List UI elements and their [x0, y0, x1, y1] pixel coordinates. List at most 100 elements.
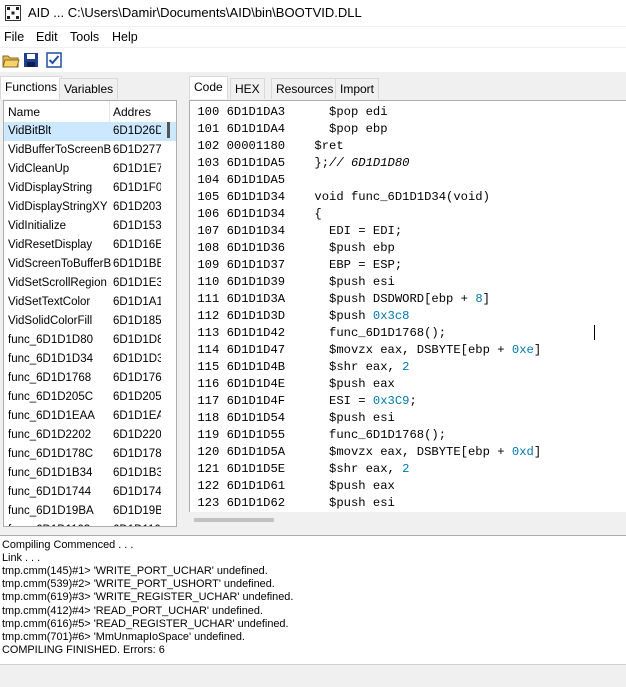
line-address: 6D1D1D34 [226, 224, 286, 238]
output-line: tmp.cmm(619)#3> 'WRITE_REGISTER_UCHAR' u… [2, 591, 294, 604]
code-line: 101 6D1D1DA4 $pop ebp [190, 121, 541, 138]
function-list-row[interactable]: VidResetDisplay 6D1D16E [4, 236, 176, 255]
code-token: $shr eax, [314, 360, 403, 374]
right-tab-strip: Code HEX Resources Import [186, 76, 626, 100]
line-number: 105 [197, 190, 220, 204]
tab-variables[interactable]: Variables [59, 78, 119, 99]
tab-functions[interactable]: Functions [0, 76, 63, 99]
code-line: 100 6D1D1DA3 $pop edi [190, 104, 541, 121]
status-bar [0, 664, 626, 687]
function-list-row[interactable]: func_6D1D1744 6D1D174 [4, 483, 176, 502]
code-line: 106 6D1D1D34 { [190, 206, 541, 223]
toolbar [0, 48, 626, 72]
open-folder-icon[interactable] [2, 51, 20, 69]
function-address: 6D1D1A1 [113, 296, 161, 308]
function-list-row[interactable]: func_6D1D11036D1D110 [4, 521, 176, 526]
line-number: 111 [197, 292, 220, 306]
function-list-row[interactable]: func_6D1D19BA 6D1D19B [4, 502, 176, 521]
function-list-row[interactable]: func_6D1D1EAA 6D1D1EA [4, 407, 176, 426]
code-token: ESI = [314, 394, 373, 408]
scrollbar-thumb[interactable] [194, 518, 274, 522]
function-list-row[interactable]: VidDisplayStringXY 6D1D203 [4, 198, 176, 217]
function-name: func_6D1D178C [8, 448, 94, 460]
app-icon [5, 5, 21, 21]
function-address: 6D1D185 [113, 315, 161, 327]
code-token: $push esi [314, 411, 395, 425]
tab-resources[interactable]: Resources [271, 78, 339, 99]
code-view[interactable]: 100 6D1D1DA3 $pop edi 101 6D1D1DA4 $pop … [189, 100, 626, 513]
menu-file[interactable]: File [4, 30, 24, 44]
function-address: 6D1D1BB [113, 258, 161, 270]
line-address: 6D1D1DA5 [226, 173, 286, 187]
code-line: 118 6D1D1D54 $push esi [190, 410, 541, 427]
line-address: 6D1D1D34 [226, 207, 286, 221]
line-address: 6D1D1D55 [226, 428, 286, 442]
function-name: VidDisplayString [8, 182, 93, 194]
code-line: 111 6D1D1D3A $push DSDWORD[ebp + 8] [190, 291, 541, 308]
tab-code[interactable]: Code [189, 76, 228, 99]
list-header: Name Addres [4, 101, 176, 123]
function-list-row[interactable]: func_6D1D2202 6D1D220 [4, 426, 176, 445]
code-token: 2 [402, 360, 410, 374]
tab-hex[interactable]: HEX [230, 78, 265, 99]
line-address: 6D1D1D4B [226, 360, 286, 374]
function-address: 6D1D153 [113, 220, 161, 232]
code-line: 117 6D1D1D4F ESI = 0x3C9; [190, 393, 541, 410]
menu-edit[interactable]: Edit [36, 30, 58, 44]
code-line: 113 6D1D1D42 func_6D1D1768(); [190, 325, 541, 342]
save-icon[interactable] [22, 51, 40, 69]
menu-tools[interactable]: Tools [70, 30, 99, 44]
function-list-row[interactable]: func_6D1D1B34 6D1D1B3 [4, 464, 176, 483]
tab-import[interactable]: Import [335, 78, 380, 99]
window-title: AID ... C:\Users\Damir\Documents\AID\bin… [28, 5, 362, 20]
output-line: Compiling Commenced . . . [2, 539, 134, 551]
function-list-row[interactable]: func_6D1D178C 6D1D178 [4, 445, 176, 464]
function-list-row[interactable]: func_6D1D1D34 6D1D1D3 [4, 350, 176, 369]
output-line: tmp.cmm(616)#5> 'READ_REGISTER_UCHAR' un… [2, 617, 289, 630]
function-list-row[interactable]: VidInitialize 6D1D153 [4, 217, 176, 236]
code-line: 122 6D1D1D61 $push eax [190, 478, 541, 495]
function-list-row[interactable]: VidCleanUp 6D1D1E7 [4, 160, 176, 179]
check-icon[interactable] [45, 51, 63, 69]
output-line: COMPILING FINISHED. Errors: 6 [2, 643, 165, 656]
code-token: $push eax [314, 377, 395, 391]
code-line: 103 6D1D1DA5 };// 6D1D1D80 [190, 155, 541, 172]
line-number: 121 [197, 462, 220, 476]
column-divider[interactable] [109, 101, 110, 122]
line-address: 00001180 [226, 139, 286, 153]
line-number: 118 [197, 411, 220, 425]
column-header-address[interactable]: Addres [113, 105, 151, 119]
compiler-output[interactable]: Compiling Commenced . . . Link . . . tmp.c… [0, 535, 626, 664]
menu-help[interactable]: Help [112, 30, 138, 44]
function-address: 6D1D19B [113, 505, 161, 517]
function-list-row[interactable]: VidBitBlt 6D1D26D [4, 122, 176, 141]
code-line: 104 6D1D1DA5 [190, 172, 541, 189]
list-scrollbar[interactable] [167, 122, 170, 138]
line-address: 6D1D1D5E [226, 462, 286, 476]
function-list-row[interactable]: func_6D1D1D80 6D1D1D8 [4, 331, 176, 350]
function-list-row[interactable]: VidSetScrollRegion 6D1D1E3 [4, 274, 176, 293]
code-token: $movzx eax, DSBYTE[ebp + [314, 343, 512, 357]
code-token: $shr eax, [314, 462, 403, 476]
function-list-row[interactable]: func_6D1D205C 6D1D205 [4, 388, 176, 407]
code-token: $movzx eax, DSBYTE[ebp + [314, 445, 512, 459]
panel-splitter[interactable] [180, 76, 185, 532]
code-token: ] [533, 445, 542, 459]
function-list-row[interactable]: VidDisplayString 6D1D1F0 [4, 179, 176, 198]
line-address: 6D1D1D3D [226, 309, 286, 323]
function-list-row[interactable]: func_6D1D1768 6D1D176 [4, 369, 176, 388]
code-token: $push esi [314, 275, 395, 289]
line-number: 113 [197, 326, 220, 340]
code-token: $push DSDWORD[ebp + [314, 292, 476, 306]
function-list-row[interactable]: VidScreenToBufferBlt 6D1D1BB [4, 255, 176, 274]
line-address: 6D1D1D5A [226, 445, 286, 459]
function-list-row[interactable]: VidSetTextColor 6D1D1A1 [4, 293, 176, 312]
line-number: 109 [197, 258, 220, 272]
line-address: 6D1D1DA4 [226, 122, 286, 136]
code-horizontal-scrollbar[interactable] [189, 512, 626, 530]
function-list-row[interactable]: VidBufferToScreenBlt 6D1D277 [4, 141, 176, 160]
function-list-row[interactable]: VidSolidColorFill 6D1D185 [4, 312, 176, 331]
column-header-name[interactable]: Name [8, 105, 40, 119]
line-number: 123 [197, 496, 220, 510]
code-token: 0x3c8 [372, 309, 410, 323]
